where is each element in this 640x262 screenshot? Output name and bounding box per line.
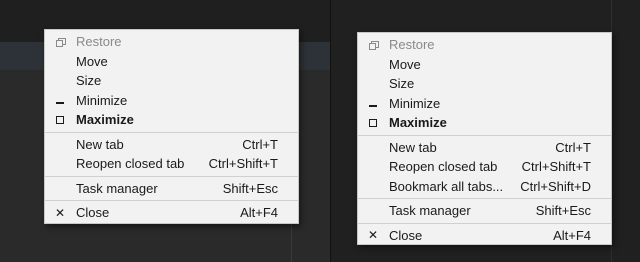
menu-item-label: Close (389, 227, 423, 243)
menu-item-bookmark-all-tabs[interactable]: Bookmark all tabs... Ctrl+Shift+D (358, 177, 611, 197)
menu-item-shortcut: Ctrl+Shift+D (520, 178, 591, 194)
menu-item-label: Minimize (389, 95, 441, 111)
menu-item-task-manager[interactable]: Task manager Shift+Esc (358, 201, 611, 221)
menu-item-reopen-closed-tab[interactable]: Reopen closed tab Ctrl+Shift+T (45, 154, 298, 174)
menu-item-label: Maximize (76, 112, 134, 127)
restore-icon (366, 35, 380, 55)
menu-separator (358, 198, 611, 199)
menu-item-label: Minimize (76, 92, 128, 108)
menu-item-new-tab[interactable]: New tab Ctrl+T (358, 138, 611, 158)
menu-item-shortcut: Ctrl+Shift+T (521, 159, 591, 174)
menu-item-label: Close (76, 205, 110, 220)
menu-item-new-tab[interactable]: New tab Ctrl+T (45, 135, 298, 155)
menu-item-maximize[interactable]: Maximize (45, 110, 298, 130)
restore-icon (53, 32, 67, 52)
menu-separator (358, 134, 611, 136)
menu-item-move[interactable]: Move (358, 55, 611, 75)
menu-item-label: Move (76, 53, 108, 69)
menu-separator (45, 175, 298, 177)
menu-item-label: Maximize (389, 115, 447, 130)
menu-item-label: Restore (76, 34, 122, 49)
window-context-menu-right: Restore Move Size Minimize Maximize New … (357, 32, 612, 245)
menu-item-label: Reopen closed tab (389, 159, 498, 174)
menu-item-shortcut: Ctrl+Shift+T (208, 156, 278, 171)
maximize-icon (53, 110, 67, 130)
menu-item-maximize[interactable]: Maximize (358, 113, 611, 133)
menu-item-label: Restore (389, 37, 435, 52)
minimize-icon (53, 91, 67, 111)
menu-item-shortcut: Ctrl+T (555, 139, 591, 155)
menu-item-label: Reopen closed tab (76, 156, 185, 171)
menu-item-close[interactable]: ✕ Close Alt+F4 (358, 226, 611, 246)
menu-item-shortcut: Ctrl+T (242, 136, 278, 152)
menu-item-size[interactable]: Size (358, 74, 611, 94)
menu-separator (358, 222, 611, 224)
maximize-icon (366, 113, 380, 133)
menu-item-shortcut: Shift+Esc (222, 180, 278, 196)
menu-item-task-manager[interactable]: Task manager Shift+Esc (45, 179, 298, 199)
menu-item-label: Task manager (76, 180, 158, 196)
menu-item-minimize[interactable]: Minimize (358, 94, 611, 114)
menu-item-reopen-closed-tab[interactable]: Reopen closed tab Ctrl+Shift+T (358, 157, 611, 177)
menu-item-shortcut: Shift+Esc (535, 203, 591, 218)
menu-item-label: New tab (389, 139, 437, 155)
menu-item-label: Bookmark all tabs... (389, 178, 504, 194)
menu-item-label: New tab (76, 136, 124, 152)
menu-separator (45, 131, 298, 133)
close-icon: ✕ (367, 228, 379, 243)
menu-item-restore: Restore (358, 35, 611, 55)
menu-item-size[interactable]: Size (45, 71, 298, 91)
window-context-menu-left: Restore Move Size Minimize Maximize New … (44, 29, 299, 224)
menu-item-label: Move (389, 56, 421, 72)
menu-item-label: Size (389, 76, 415, 91)
menu-item-move[interactable]: Move (45, 52, 298, 72)
menu-item-label: Size (76, 73, 102, 88)
menu-item-shortcut: Alt+F4 (553, 227, 591, 243)
close-icon: ✕ (54, 205, 66, 220)
menu-item-close[interactable]: ✕ Close Alt+F4 (45, 203, 298, 223)
menu-item-minimize[interactable]: Minimize (45, 91, 298, 111)
menu-item-restore: Restore (45, 32, 298, 52)
menu-separator (45, 200, 298, 201)
menu-item-label: Task manager (389, 203, 471, 218)
minimize-icon (366, 94, 380, 114)
menu-item-shortcut: Alt+F4 (240, 205, 278, 220)
